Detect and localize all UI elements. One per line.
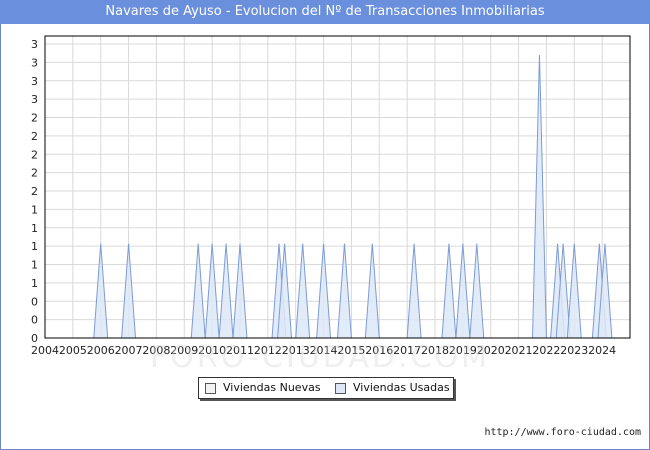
y-tick-label: 2: [31, 148, 38, 161]
y-tick-label: 1: [31, 222, 38, 235]
y-tick-label: 1: [31, 240, 38, 253]
x-tick-label: 2004: [31, 344, 59, 357]
y-tick-label: 1: [31, 277, 38, 290]
x-tick-label: 2022: [532, 344, 560, 357]
y-tick-label: 1: [31, 203, 38, 216]
y-tick-label: 3: [31, 93, 38, 106]
y-tick-labels: 00011111222223333: [31, 38, 38, 345]
legend: Viviendas Nuevas Viviendas Usadas: [198, 377, 454, 399]
legend-label-usadas: Viviendas Usadas: [353, 381, 450, 394]
x-tick-label: 2005: [59, 344, 87, 357]
x-tick-label: 2023: [560, 344, 588, 357]
y-tick-label: 2: [31, 167, 38, 180]
x-tick-label: 2006: [87, 344, 115, 357]
y-tick-label: 3: [31, 56, 38, 69]
y-tick-label: 2: [31, 185, 38, 198]
y-tick-label: 1: [31, 259, 38, 272]
y-tick-label: 3: [31, 75, 38, 88]
y-tick-label: 0: [31, 314, 38, 327]
legend-label-nuevas: Viviendas Nuevas: [223, 381, 321, 394]
legend-swatch-nuevas: [205, 383, 216, 394]
x-tick-label: 2024: [588, 344, 616, 357]
y-tick-label: 2: [31, 112, 38, 125]
watermark: FORO-CIUDAD.COM: [150, 340, 490, 375]
legend-swatch-usadas: [335, 383, 346, 394]
source-url: http://www.foro-ciudad.com: [484, 427, 641, 438]
y-tick-label: 2: [31, 130, 38, 143]
y-tick-label: 0: [31, 295, 38, 308]
y-tick-label: 3: [31, 38, 38, 51]
